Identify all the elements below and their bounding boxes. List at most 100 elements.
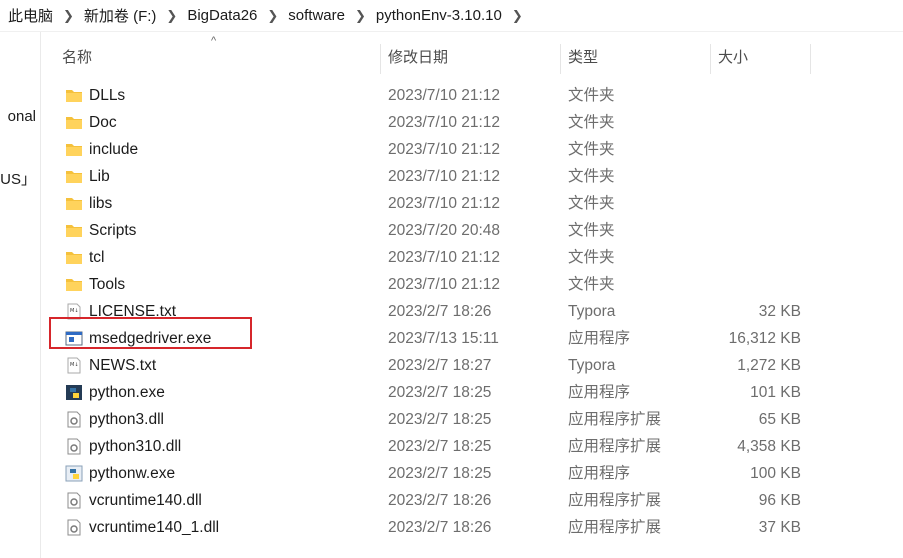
- column-divider[interactable]: [710, 44, 711, 74]
- folder-icon: [65, 195, 83, 212]
- dll-file-icon: [65, 519, 83, 536]
- breadcrumb-item-drive[interactable]: 新加卷 (F:): [84, 5, 157, 26]
- file-row[interactable]: Doc 2023/7/10 21:12 文件夹: [48, 109, 903, 136]
- sort-ascending-icon: ^: [211, 35, 217, 47]
- svg-text:M↓: M↓: [70, 362, 79, 368]
- file-type: 文件夹: [568, 195, 615, 212]
- file-size: 65 KB: [758, 411, 801, 428]
- file-name: NEWS.txt: [89, 357, 157, 374]
- file-type: Typora: [568, 303, 616, 320]
- file-type: 文件夹: [568, 276, 615, 293]
- file-row[interactable]: vcruntime140.dll 2023/2/7 18:26 应用程序扩展 96 K…: [48, 487, 903, 514]
- file-row[interactable]: Scripts 2023/7/20 20:48 文件夹: [48, 217, 903, 244]
- file-type: 文件夹: [568, 141, 615, 158]
- file-date: 2023/2/7 18:25: [388, 411, 492, 428]
- column-header-name[interactable]: 名称: [62, 40, 92, 76]
- file-row[interactable]: pythonw.exe 2023/2/7 18:25 应用程序 100 KB: [48, 460, 903, 487]
- file-name: LICENSE.txt: [89, 303, 176, 320]
- file-row[interactable]: M↓ LICENSE.txt 2023/2/7 18:26 Typora 32 KB: [48, 298, 903, 325]
- folder-icon: [65, 141, 83, 158]
- column-header-type[interactable]: 类型: [568, 40, 598, 76]
- column-header-bar: ^ 名称 修改日期 类型 大小: [48, 35, 903, 76]
- file-name: include: [89, 141, 139, 158]
- file-row[interactable]: msedgedriver.exe 2023/7/13 15:11 应用程序 16,31…: [48, 325, 903, 352]
- file-date: 2023/7/10 21:12: [388, 195, 501, 212]
- python-icon: [65, 384, 83, 401]
- column-header-size[interactable]: 大小: [718, 40, 748, 76]
- dll-file-icon: [65, 492, 83, 509]
- folder-icon: [65, 276, 83, 293]
- file-row[interactable]: DLLs 2023/7/10 21:12 文件夹: [48, 82, 903, 109]
- file-row[interactable]: tcl 2023/7/10 21:12 文件夹: [48, 244, 903, 271]
- folder-icon: [65, 114, 83, 131]
- file-row[interactable]: vcruntime140_1.dll 2023/2/7 18:26 应用程序扩展 37…: [48, 514, 903, 541]
- python-icon: [65, 465, 83, 482]
- file-row[interactable]: python3.dll 2023/2/7 18:25 应用程序扩展 65 KB: [48, 406, 903, 433]
- file-type: 应用程序扩展: [568, 519, 662, 536]
- file-name: Scripts: [89, 222, 137, 239]
- file-name: Tools: [89, 276, 126, 293]
- file-type: 应用程序: [568, 330, 631, 347]
- file-date: 2023/7/10 21:12: [388, 141, 501, 158]
- file-name: DLLs: [89, 87, 126, 104]
- breadcrumb: 此电脑 ❯ 新加卷 (F:) ❯ BigData26 ❯ software ❯ …: [0, 0, 903, 32]
- file-type: 应用程序: [568, 384, 631, 401]
- file-size: 101 KB: [750, 384, 801, 401]
- navigation-pane: onal US」: [0, 32, 41, 558]
- file-name: tcl: [89, 249, 105, 266]
- file-date: 2023/2/7 18:26: [388, 519, 492, 536]
- file-row[interactable]: Lib 2023/7/10 21:12 文件夹: [48, 163, 903, 190]
- nav-item-fragment[interactable]: onal: [8, 108, 36, 125]
- chevron-right-icon[interactable]: ❯: [355, 8, 366, 24]
- file-date: 2023/2/7 18:25: [388, 438, 492, 455]
- file-type: 文件夹: [568, 168, 615, 185]
- file-row[interactable]: python.exe 2023/2/7 18:25 应用程序 101 KB: [48, 379, 903, 406]
- file-name: python3.dll: [89, 411, 164, 428]
- file-type: 应用程序扩展: [568, 438, 662, 455]
- file-name: Lib: [89, 168, 110, 185]
- column-divider[interactable]: [810, 44, 811, 74]
- chevron-right-icon[interactable]: ❯: [512, 8, 523, 24]
- file-name: libs: [89, 195, 113, 212]
- file-type: 文件夹: [568, 114, 615, 131]
- column-header-date[interactable]: 修改日期: [388, 40, 448, 76]
- file-size: 37 KB: [758, 519, 801, 536]
- dll-file-icon: [65, 438, 83, 455]
- markdown-file-icon: M↓: [65, 357, 83, 374]
- file-name: msedgedriver.exe: [89, 330, 212, 347]
- chevron-right-icon[interactable]: ❯: [63, 8, 74, 24]
- file-name: vcruntime140_1.dll: [89, 519, 220, 536]
- file-row[interactable]: Tools 2023/7/10 21:12 文件夹: [48, 271, 903, 298]
- file-name: python.exe: [89, 384, 165, 401]
- column-divider[interactable]: [560, 44, 561, 74]
- file-type: 应用程序: [568, 465, 631, 482]
- folder-icon: [65, 168, 83, 185]
- file-date: 2023/7/13 15:11: [388, 330, 499, 347]
- chevron-right-icon[interactable]: ❯: [267, 8, 278, 24]
- file-date: 2023/7/10 21:12: [388, 249, 501, 266]
- file-size: 32 KB: [758, 303, 801, 320]
- breadcrumb-item-software[interactable]: software: [288, 7, 345, 24]
- folder-icon: [65, 249, 83, 266]
- file-row[interactable]: libs 2023/7/10 21:12 文件夹: [48, 190, 903, 217]
- file-date: 2023/2/7 18:25: [388, 465, 492, 482]
- file-row[interactable]: python310.dll 2023/2/7 18:25 应用程序扩展 4,358 K…: [48, 433, 903, 460]
- dll-file-icon: [65, 411, 83, 428]
- svg-text:M↓: M↓: [70, 308, 79, 314]
- file-size: 1,272 KB: [737, 357, 801, 374]
- file-name: Doc: [89, 114, 117, 131]
- file-size: 100 KB: [750, 465, 801, 482]
- file-date: 2023/7/10 21:12: [388, 87, 501, 104]
- file-row[interactable]: M↓ NEWS.txt 2023/2/7 18:27 Typora 1,272 KB: [48, 352, 903, 379]
- column-divider[interactable]: [380, 44, 381, 74]
- folder-icon: [65, 222, 83, 239]
- file-type: 文件夹: [568, 87, 615, 104]
- file-row[interactable]: include 2023/7/10 21:12 文件夹: [48, 136, 903, 163]
- nav-item-fragment[interactable]: US」: [0, 168, 36, 189]
- breadcrumb-item-pythonenv[interactable]: pythonEnv-3.10.10: [376, 7, 502, 24]
- breadcrumb-item-bigdata26[interactable]: BigData26: [187, 7, 257, 24]
- file-type: 应用程序扩展: [568, 492, 662, 509]
- file-date: 2023/7/10 21:12: [388, 276, 501, 293]
- chevron-right-icon[interactable]: ❯: [166, 8, 177, 24]
- breadcrumb-item-this-pc[interactable]: 此电脑: [8, 5, 53, 26]
